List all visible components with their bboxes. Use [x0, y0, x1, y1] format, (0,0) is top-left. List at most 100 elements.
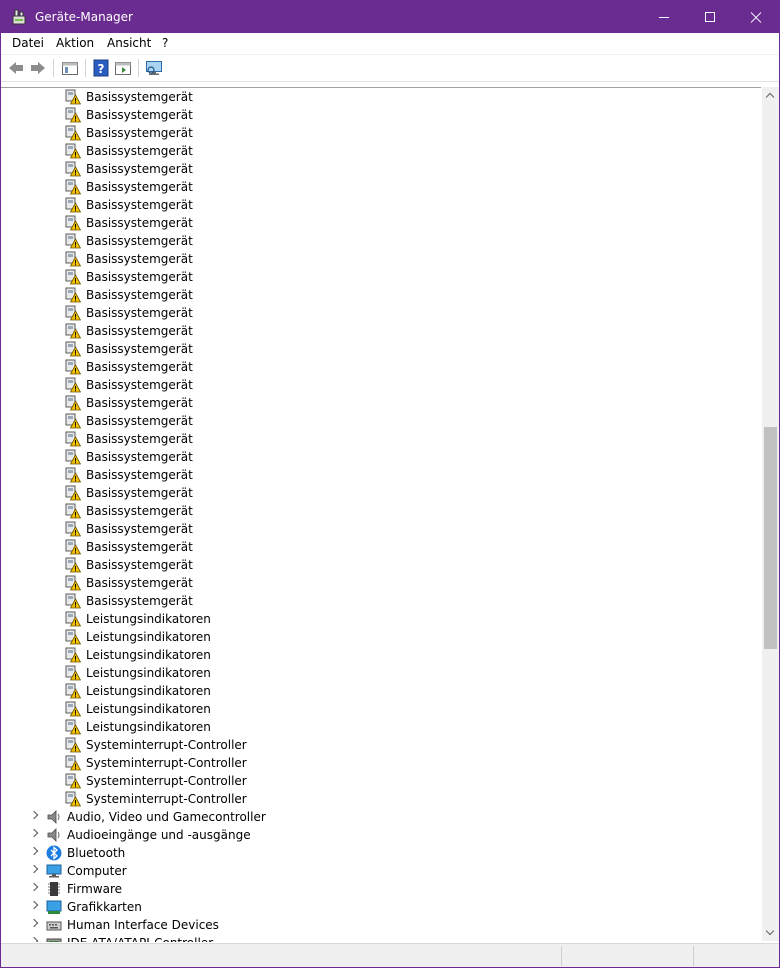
tree-device-row[interactable]: Basissystemgerät — [1, 142, 761, 160]
tree-category-row[interactable]: Firmware — [1, 880, 761, 898]
status-bar — [1, 943, 779, 967]
expand-chevron-icon[interactable] — [29, 918, 39, 928]
tree-device-row[interactable]: Systeminterrupt-Controller — [1, 736, 761, 754]
tree-category-row[interactable]: Audio, Video und Gamecontroller — [1, 808, 761, 826]
tree-device-row[interactable]: Basissystemgerät — [1, 502, 761, 520]
tree-device-row[interactable]: Leistungsindikatoren — [1, 700, 761, 718]
tree-category-row[interactable]: Human Interface Devices — [1, 916, 761, 934]
tree-device-row[interactable]: Basissystemgerät — [1, 214, 761, 232]
tree-item-label: Basissystemgerät — [86, 576, 193, 590]
expand-chevron-icon[interactable] — [29, 882, 39, 892]
tree-device-row[interactable]: Leistungsindikatoren — [1, 646, 761, 664]
menu-help[interactable]: ? — [162, 36, 168, 51]
warning-device-icon — [65, 557, 81, 573]
tree-device-row[interactable]: Leistungsindikatoren — [1, 664, 761, 682]
warning-device-icon — [65, 629, 81, 645]
tree-device-row[interactable]: Basissystemgerät — [1, 574, 761, 592]
title-bar[interactable]: Geräte-Manager — [1, 1, 779, 33]
tree-device-row[interactable]: Systeminterrupt-Controller — [1, 790, 761, 808]
tree-device-row[interactable]: Basissystemgerät — [1, 232, 761, 250]
warning-device-icon — [65, 179, 81, 195]
warning-device-icon — [65, 413, 81, 429]
close-button[interactable] — [733, 1, 779, 33]
tree-device-row[interactable]: Systeminterrupt-Controller — [1, 754, 761, 772]
warning-device-icon — [65, 341, 81, 357]
properties-pane-icon[interactable] — [61, 59, 79, 77]
menu-aktion[interactable]: Aktion — [56, 36, 94, 51]
tree-item-label: Audioeingänge und -ausgänge — [67, 828, 251, 842]
tree-category-row[interactable]: Computer — [1, 862, 761, 880]
speaker-icon — [47, 828, 60, 842]
scrollbar-thumb[interactable] — [764, 427, 777, 649]
tree-device-row[interactable]: Basissystemgerät — [1, 466, 761, 484]
device-manager-icon — [12, 9, 26, 25]
tree-device-row[interactable]: Basissystemgerät — [1, 196, 761, 214]
vertical-scrollbar[interactable] — [762, 87, 779, 941]
tree-item-label: Basissystemgerät — [86, 162, 193, 176]
device-tree[interactable]: Basissystemgerät Basissystemgerät Basissys… — [1, 87, 761, 942]
expand-chevron-icon[interactable] — [29, 936, 39, 942]
help-icon[interactable]: ? — [92, 59, 110, 77]
tree-category-row[interactable]: IDE ATA/ATAPI-Controller — [1, 934, 761, 942]
tree-device-row[interactable]: Basissystemgerät — [1, 538, 761, 556]
tree-item-label: Computer — [67, 864, 127, 878]
tree-device-row[interactable]: Basissystemgerät — [1, 394, 761, 412]
tree-device-row[interactable]: Basissystemgerät — [1, 556, 761, 574]
tree-device-row[interactable]: Basissystemgerät — [1, 124, 761, 142]
tree-device-row[interactable]: Basissystemgerät — [1, 484, 761, 502]
expand-chevron-icon[interactable] — [29, 900, 39, 910]
scan-hardware-icon[interactable] — [145, 59, 163, 77]
warning-device-icon — [65, 593, 81, 609]
tree-device-row[interactable]: Basissystemgerät — [1, 106, 761, 124]
expand-chevron-icon[interactable] — [29, 828, 39, 838]
tree-device-row[interactable]: Basissystemgerät — [1, 520, 761, 538]
tree-device-row[interactable]: Basissystemgerät — [1, 340, 761, 358]
tree-item-label: Leistungsindikatoren — [86, 702, 211, 716]
tree-item-label: Basissystemgerät — [86, 288, 193, 302]
tree-device-row[interactable]: Systeminterrupt-Controller — [1, 772, 761, 790]
menu-datei[interactable]: Datei — [12, 36, 44, 51]
tree-device-row[interactable]: Basissystemgerät — [1, 448, 761, 466]
action-pane-icon[interactable] — [114, 59, 132, 77]
maximize-button[interactable] — [687, 1, 733, 33]
tree-category-row[interactable]: Audioeingänge und -ausgänge — [1, 826, 761, 844]
warning-device-icon — [65, 431, 81, 447]
tree-device-row[interactable]: Leistungsindikatoren — [1, 610, 761, 628]
tree-device-row[interactable]: Basissystemgerät — [1, 358, 761, 376]
tree-device-row[interactable]: Basissystemgerät — [1, 322, 761, 340]
expand-chevron-icon[interactable] — [29, 810, 39, 820]
minimize-button[interactable] — [641, 1, 687, 33]
tree-device-row[interactable]: Leistungsindikatoren — [1, 718, 761, 736]
tree-device-row[interactable]: Leistungsindikatoren — [1, 682, 761, 700]
tree-device-row[interactable]: Basissystemgerät — [1, 376, 761, 394]
tree-device-row[interactable]: Basissystemgerät — [1, 412, 761, 430]
tree-device-row[interactable]: Basissystemgerät — [1, 286, 761, 304]
forward-icon[interactable] — [29, 59, 47, 77]
tree-item-label: Basissystemgerät — [86, 504, 193, 518]
tree-device-row[interactable]: Basissystemgerät — [1, 250, 761, 268]
keyboard-icon — [46, 921, 62, 931]
warning-device-icon — [65, 323, 81, 339]
tree-device-row[interactable]: Basissystemgerät — [1, 592, 761, 610]
tree-device-row[interactable]: Basissystemgerät — [1, 88, 761, 106]
tree-category-row[interactable]: Grafikkarten — [1, 898, 761, 916]
scroll-up-arrow[interactable] — [762, 87, 779, 104]
expand-chevron-icon[interactable] — [29, 846, 39, 856]
tree-item-label: Basissystemgerät — [86, 198, 193, 212]
tree-device-row[interactable]: Basissystemgerät — [1, 304, 761, 322]
menu-ansicht[interactable]: Ansicht — [107, 36, 151, 51]
expand-chevron-icon[interactable] — [29, 864, 39, 874]
warning-device-icon — [65, 359, 81, 375]
tree-item-label: Basissystemgerät — [86, 432, 193, 446]
warning-device-icon — [65, 269, 81, 285]
tree-device-row[interactable]: Leistungsindikatoren — [1, 628, 761, 646]
tree-item-label: Basissystemgerät — [86, 306, 193, 320]
tree-category-row[interactable]: Bluetooth — [1, 844, 761, 862]
tree-device-row[interactable]: Basissystemgerät — [1, 268, 761, 286]
scroll-down-arrow[interactable] — [762, 924, 779, 941]
tree-item-label: Basissystemgerät — [86, 558, 193, 572]
tree-device-row[interactable]: Basissystemgerät — [1, 430, 761, 448]
tree-device-row[interactable]: Basissystemgerät — [1, 178, 761, 196]
tree-device-row[interactable]: Basissystemgerät — [1, 160, 761, 178]
back-icon[interactable] — [7, 59, 25, 77]
